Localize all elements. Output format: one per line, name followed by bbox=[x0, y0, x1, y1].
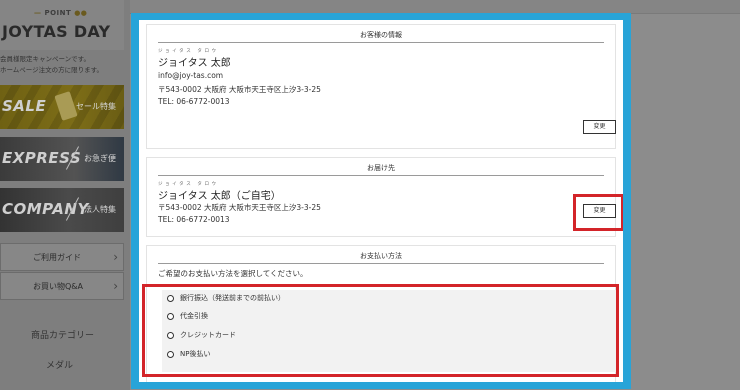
company-banner[interactable]: COMPANY 法人特集 bbox=[0, 188, 124, 232]
sidebar-link-label: ご利用ガイド bbox=[33, 253, 81, 262]
change-customer-button[interactable]: 変更 bbox=[583, 120, 616, 134]
sidebar-link-guide[interactable]: ご利用ガイド › bbox=[0, 243, 124, 271]
sidebar-link-qa[interactable]: お買い物Q&A › bbox=[0, 272, 124, 300]
sidebar-link-label: お買い物Q&A bbox=[33, 282, 84, 291]
sale-banner[interactable]: SALE セール特集 bbox=[0, 85, 124, 129]
payment-instruction: ご希望のお支払い方法を選択してください。 bbox=[158, 269, 308, 278]
delivery-phone: TEL: 06-6772-0013 bbox=[158, 215, 230, 224]
page-header-bar bbox=[130, 0, 740, 14]
banner-title: SALE bbox=[2, 97, 47, 115]
customer-email: info@joy-tas.com bbox=[158, 71, 224, 80]
customer-phone: TEL: 06-6772-0013 bbox=[158, 97, 230, 106]
divider bbox=[158, 42, 604, 43]
banner-subtitle: お急ぎ便 bbox=[84, 154, 116, 163]
category-heading: 商品カテゴリー bbox=[31, 331, 95, 341]
section-title: お客様の情報 bbox=[360, 31, 402, 39]
delivery-section: お届け先 ジョイタス タロウ ジョイタス 太郎（ご自宅） 〒543-0002 大… bbox=[146, 157, 623, 237]
divider bbox=[158, 263, 604, 264]
modal-content: お客様の情報 ジョイタス タロウ ジョイタス 太郎 info@joy-tas.c… bbox=[139, 20, 623, 382]
express-banner[interactable]: EXPRESS お急ぎ便 bbox=[0, 137, 124, 181]
chevron-right-icon: › bbox=[113, 279, 118, 293]
highlight-box bbox=[142, 284, 619, 377]
category-item-medal[interactable]: メダル bbox=[46, 358, 73, 371]
banner-subtitle: セール特集 bbox=[76, 102, 116, 111]
sidebar: — POINT ●● JOYTAS DAY 会員様限定キャンペーンです。 ホーム… bbox=[0, 0, 130, 390]
chevron-right-icon: › bbox=[113, 250, 118, 264]
promo-description: 会員様限定キャンペーンです。 ホームページ注文の方に限ります。 bbox=[0, 55, 104, 74]
section-title: お届け先 bbox=[367, 164, 395, 172]
banner-subtitle: 法人特集 bbox=[84, 205, 116, 214]
delivery-address: 〒543-0002 大阪府 大阪市天王寺区上汐3-3-25 bbox=[158, 203, 321, 212]
promo-title: JOYTAS DAY bbox=[2, 22, 111, 41]
point-label: — POINT ●● bbox=[34, 9, 88, 17]
promo-banner[interactable]: — POINT ●● JOYTAS DAY bbox=[0, 0, 124, 50]
checkout-modal: お客様の情報 ジョイタス タロウ ジョイタス 太郎 info@joy-tas.c… bbox=[131, 13, 631, 389]
highlight-box bbox=[573, 194, 623, 231]
section-title: お支払い方法 bbox=[360, 252, 402, 260]
customer-address: 〒543-0002 大阪府 大阪市天王寺区上汐3-3-25 bbox=[158, 85, 321, 94]
delivery-name: ジョイタス 太郎（ご自宅） bbox=[158, 191, 281, 202]
customer-name: ジョイタス 太郎 bbox=[158, 58, 231, 69]
customer-info-section: お客様の情報 ジョイタス タロウ ジョイタス 太郎 info@joy-tas.c… bbox=[146, 24, 616, 149]
divider bbox=[158, 175, 604, 176]
